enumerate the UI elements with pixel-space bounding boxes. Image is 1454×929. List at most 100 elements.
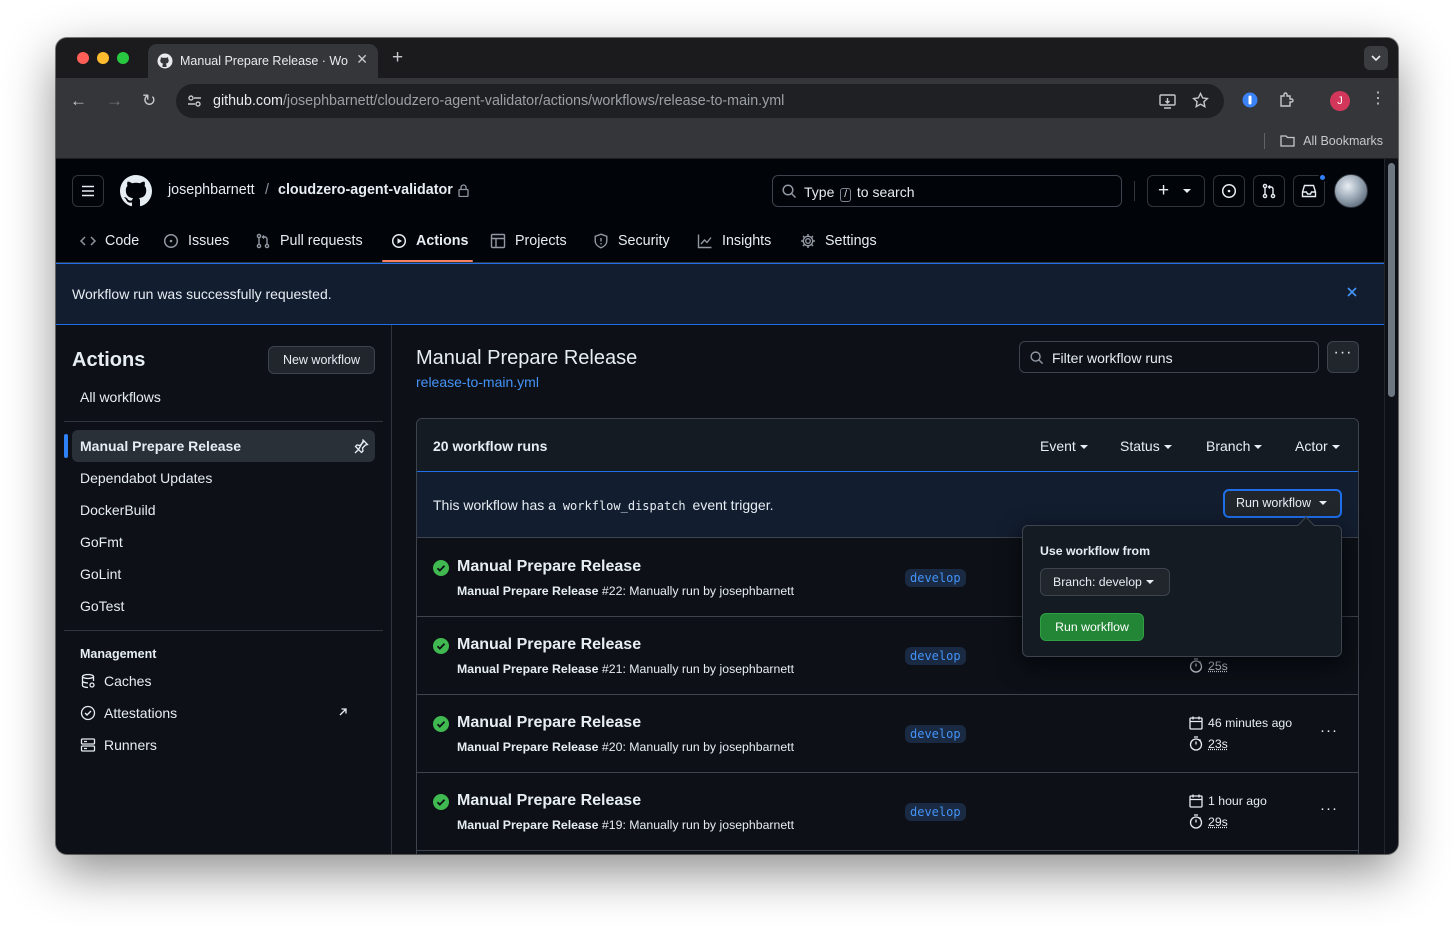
url-text[interactable]: github.com/josephbarnett/cloudzero-agent… [213,93,784,109]
back-icon[interactable]: ← [70,91,87,111]
pull-requests-button[interactable] [1253,175,1285,207]
sidebar-item-golint[interactable]: GoLint [72,558,375,590]
github-logo-icon[interactable] [120,175,152,207]
workflow-title: Manual Prepare Release [416,347,638,369]
tab-insights[interactable]: Insights [697,229,771,253]
new-workflow-button[interactable]: New workflow [268,346,375,374]
menu-button[interactable] [72,175,104,207]
sidebar-item-dependabot-updates[interactable]: Dependabot Updates [72,462,375,494]
sidebar-item-manual-prepare-release[interactable]: Manual Prepare Release [72,430,375,462]
tab-actions[interactable]: Actions [391,229,468,253]
tab-security-label: Security [618,233,670,249]
sidebar-item-caches[interactable]: Caches [80,669,151,693]
tab-issues[interactable]: Issues [163,229,229,253]
create-new-button[interactable]: + [1147,175,1205,207]
password-manager-icon[interactable] [1242,92,1258,108]
run-workflow-submit-button[interactable]: Run workflow [1040,613,1144,641]
tab-code[interactable]: Code [80,229,139,253]
run-row[interactable]: Manual Prepare Release Manual Prepare Re… [417,695,1358,773]
run-meta-details: #19: Manually run by josephbarnett [601,818,795,832]
search-icon [782,184,797,199]
branch-filter[interactable]: Branch [1206,438,1263,454]
profile-avatar[interactable]: J [1330,91,1350,111]
graph-icon [697,234,712,249]
actor-filter[interactable]: Actor [1295,438,1340,454]
user-avatar[interactable] [1334,174,1368,208]
use-workflow-from-label: Use workflow from [1040,544,1151,558]
branch-label[interactable]: develop [905,803,966,821]
chevron-down-icon [1371,55,1381,61]
forward-icon[interactable]: → [106,91,123,111]
reload-icon[interactable]: ↻ [142,91,156,111]
site-settings-icon[interactable] [187,94,202,108]
issues-button[interactable] [1213,175,1245,207]
bookmark-star-icon[interactable] [1192,92,1209,109]
close-window-button[interactable] [77,52,89,64]
filter-workflow-runs-input[interactable]: Filter workflow runs [1019,341,1319,373]
branch-select-button[interactable]: Branch: develop [1040,568,1170,596]
run-duration: 25s [1189,658,1228,673]
sidebar-item-runners[interactable]: Runners [80,733,157,757]
dismiss-flash-icon[interactable] [1346,286,1358,298]
run-options-icon[interactable]: ··· [1320,722,1338,739]
run-title-link[interactable]: Manual Prepare Release [457,714,641,732]
sidebar-item-attestations[interactable]: Attestations [80,701,380,725]
tab-pull-requests[interactable]: Pull requests [255,229,363,253]
lock-icon [458,184,469,197]
duration-value: 25s [1208,658,1228,673]
run-workflow-button[interactable]: Run workflow [1223,489,1342,518]
pin-icon[interactable] [353,438,369,454]
search-suffix: to search [856,184,915,200]
status-filter[interactable]: Status [1120,438,1172,454]
filter-placeholder: Filter workflow runs [1052,350,1173,366]
sidebar-item-gotest[interactable]: GoTest [72,590,375,622]
install-app-icon[interactable] [1159,93,1176,109]
extensions-icon[interactable] [1278,91,1295,108]
sidebar-item-all-workflows[interactable]: All workflows [72,381,375,413]
caret-down-icon [1183,189,1192,193]
branch-label[interactable]: develop [905,725,966,743]
header-divider [1134,181,1135,201]
branch-label[interactable]: develop [905,647,966,665]
run-title-link[interactable]: Manual Prepare Release [457,792,641,810]
page-scrollbar[interactable] [1384,159,1398,854]
check-circle-icon [433,638,449,654]
runs-list-header: 20 workflow runs Event Status Branch Act… [417,419,1358,472]
repo-name-link[interactable]: cloudzero-agent-validator [278,182,453,198]
minimize-window-button[interactable] [97,52,109,64]
run-title-link[interactable]: Manual Prepare Release [457,558,641,576]
shield-icon [594,233,608,249]
scrollbar-thumb[interactable] [1388,163,1395,397]
branch-label[interactable]: develop [905,569,966,587]
run-title-link[interactable]: Manual Prepare Release [457,636,641,654]
address-bar[interactable]: github.com/josephbarnett/cloudzero-agent… [176,84,1224,118]
tab-settings[interactable]: Settings [800,229,877,253]
tab-search-button[interactable] [1364,46,1388,70]
repo-owner-link[interactable]: josephbarnett [168,182,255,198]
tab-security[interactable]: Security [593,229,670,253]
code-icon [80,236,96,246]
duration-value: 29s [1208,814,1228,829]
run-meta-details: #21: Manually run by josephbarnett [601,662,795,676]
zoom-window-button[interactable] [117,52,129,64]
close-tab-icon[interactable]: ✕ [356,51,368,68]
workflow-file-link[interactable]: release-to-main.yml [416,374,539,390]
active-item-marker [64,434,68,458]
run-row[interactable]: Manual Prepare Release Manual Prepare Re… [417,773,1358,851]
branch-select-label: Branch: develop [1053,575,1142,589]
browser-menu-icon[interactable]: ⋮ [1370,90,1386,108]
run-meta-workflow: Manual Prepare Release [457,584,599,598]
more-options-button[interactable]: ··· [1327,341,1359,373]
browser-tab[interactable]: Manual Prepare Release · Workflow runs ✕ [148,44,378,78]
sidebar-item-dockerbuild[interactable]: DockerBuild [72,494,375,526]
sidebar-item-gofmt[interactable]: GoFmt [72,526,375,558]
all-bookmarks-link[interactable]: All Bookmarks [1303,134,1383,148]
new-tab-icon[interactable]: + [392,47,403,69]
event-filter[interactable]: Event [1040,438,1088,454]
browser-tab-bar: Manual Prepare Release · Workflow runs ✕… [56,38,1398,78]
dispatch-text-after: event trigger. [692,497,774,513]
search-shortcut-key: / [840,188,852,202]
search-input[interactable]: Type / to search [772,175,1122,207]
run-options-icon[interactable]: ··· [1320,800,1338,817]
tab-projects[interactable]: Projects [490,229,567,253]
